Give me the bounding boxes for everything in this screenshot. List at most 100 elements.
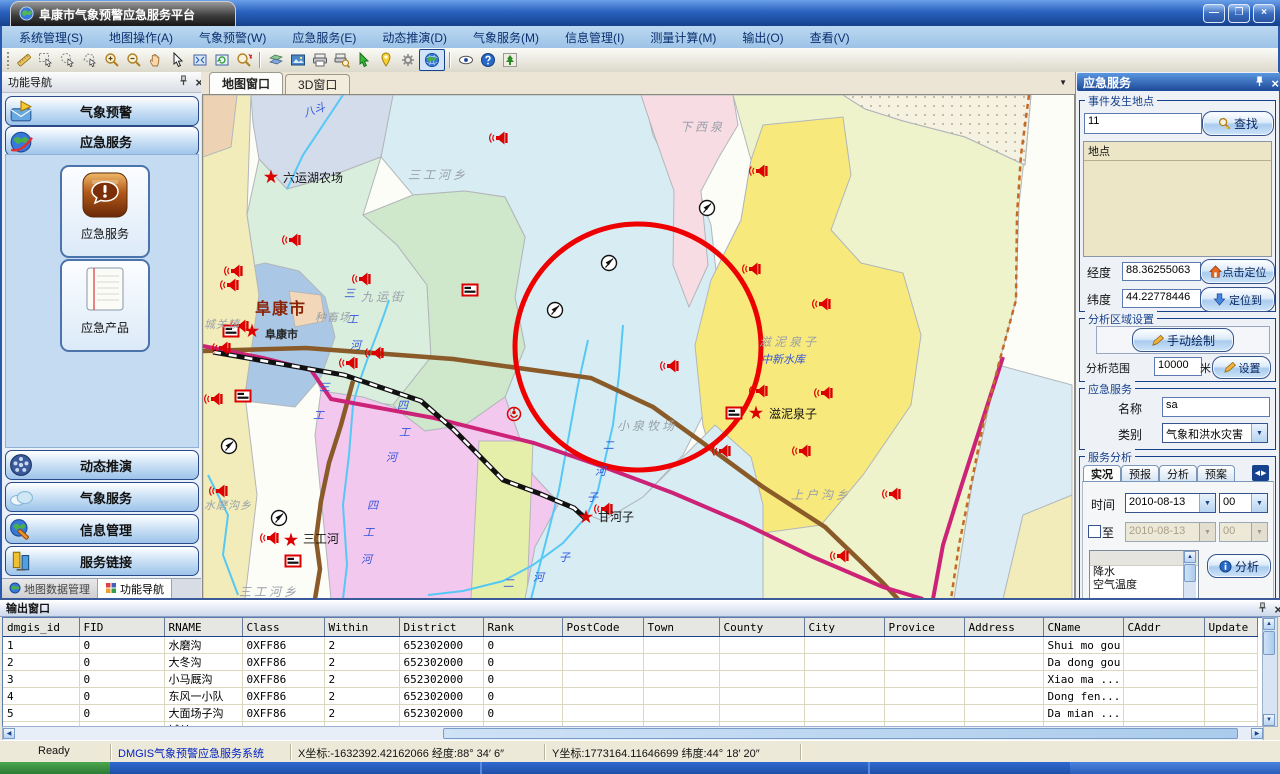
table-row[interactable]: 40东风一小队0XFF8626523020000Dong fen... [3,688,1257,705]
analyze-button[interactable]: 分析 [1207,554,1271,578]
scroll-left-icon[interactable]: ◀ [3,728,15,739]
pin-icon[interactable] [1254,76,1265,90]
manual-draw-button[interactable]: 手动绘制 [1132,328,1234,352]
menu-item-3[interactable]: 应急服务(E) [279,27,369,48]
table-row[interactable]: 20大冬沟0XFF8626523020000Da dong gou [3,654,1257,671]
column-header-Rank[interactable]: Rank [483,618,562,637]
location-list[interactable]: 地点 [1083,141,1272,257]
column-header-City[interactable]: City [804,618,884,637]
dropdown-arrow-icon[interactable]: ▼ [1251,494,1267,512]
column-header-CAddr[interactable]: CAddr [1123,618,1204,637]
list-item[interactable]: 降水 [1090,566,1198,579]
scroll-up-icon[interactable]: ▲ [1263,618,1275,630]
table-row[interactable]: 30小马厩沟0XFF8626523020000Xiao ma ... [3,671,1257,688]
monitor-marker-icon[interactable] [602,256,617,271]
to-checkbox[interactable] [1088,525,1101,538]
map-tab-1[interactable]: 3D窗口 [285,74,350,94]
layers-icon[interactable] [265,50,287,70]
table-row[interactable]: 50大面场子沟0XFF8626523020000Da mian ... [3,705,1257,722]
emergency-service-button[interactable]: 应急服务 [60,165,150,258]
identify-icon[interactable] [233,50,255,70]
flag-marker-icon[interactable] [727,408,742,419]
tree-view-icon[interactable] [499,50,521,70]
monitor-marker-icon[interactable] [272,511,287,526]
column-header-RNAME[interactable]: RNAME [164,618,242,637]
tab-map-data-management[interactable]: 地图数据管理 [2,579,98,599]
column-header-dmgis_id[interactable]: dmgis_id [3,618,79,637]
print-preview-icon[interactable] [331,50,353,70]
longitude-field[interactable]: 88.36255063 [1122,262,1201,281]
list-item[interactable]: 空气温度 [1090,579,1198,592]
date-select[interactable]: 2010-08-13 ▼ [1125,493,1216,513]
menu-item-1[interactable]: 地图操作(A) [96,27,186,48]
select-poly-icon[interactable] [79,50,101,70]
analysis-tab-3[interactable]: 预案 [1197,465,1235,482]
minimize-button[interactable]: — [1203,4,1225,23]
pointer-icon[interactable] [167,50,189,70]
pan-hand-icon[interactable] [145,50,167,70]
nav-group-weather-service[interactable]: 气象服务 [5,482,199,512]
refresh-icon[interactable] [211,50,233,70]
dropdown-arrow-icon[interactable]: ▼ [1199,494,1215,512]
placemark-icon[interactable] [375,50,397,70]
column-header-Provice[interactable]: Provice [884,618,964,637]
print-icon[interactable] [309,50,331,70]
nav-group-info-management[interactable]: 信息管理 [5,514,199,544]
menu-item-5[interactable]: 气象服务(M) [460,27,552,48]
column-header-Class[interactable]: Class [242,618,324,637]
nav-group-weather-warning[interactable]: 气象预警 [5,96,199,126]
flag-marker-icon[interactable] [236,391,251,402]
click-locate-button[interactable]: 点击定位 [1200,259,1275,284]
map-tab-0[interactable]: 地图窗口 [209,72,283,94]
analysis-tab-0[interactable]: 实况 [1083,465,1121,482]
toolbar-grip[interactable] [6,51,10,69]
select-area-icon[interactable] [57,50,79,70]
service-name-input[interactable]: sa [1162,397,1270,417]
output-table[interactable]: dmgis_idFIDRNAMEClassWithinDistrictRankP… [3,618,1258,727]
column-header-Update[interactable]: Update [1204,618,1257,637]
menu-item-4[interactable]: 动态推演(D) [369,27,460,48]
close-icon[interactable]: × [1271,78,1279,89]
column-header-District[interactable]: District [399,618,483,637]
close-button[interactable]: × [1253,4,1275,23]
tab-function-navigation[interactable]: 功能导航 [98,579,172,599]
hour-select[interactable]: 00 ▼ [1219,493,1268,513]
output-horizontal-scrollbar[interactable]: ◀ ▶ [2,726,1264,741]
column-header-PostCode[interactable]: PostCode [562,618,643,637]
menu-item-2[interactable]: 气象预警(W) [186,27,279,48]
help-icon[interactable] [477,50,499,70]
column-header-FID[interactable]: FID [79,618,164,637]
service-type-select[interactable]: 气象和洪水灾害 ▼ [1162,423,1268,443]
map-tab-list-dropdown-icon[interactable]: ▼ [1059,78,1067,87]
pin-icon[interactable] [1257,602,1268,616]
column-header-County[interactable]: County [719,618,804,637]
menu-item-6[interactable]: 信息管理(I) [552,27,637,48]
restore-button[interactable]: ❐ [1228,4,1250,23]
latitude-field[interactable]: 44.22778446 [1122,289,1201,308]
scroll-right-icon[interactable]: ▶ [1251,728,1263,739]
scroll-down-icon[interactable]: ▼ [1263,714,1275,726]
nav-group-emergency-service[interactable]: 应急服务 [5,126,199,156]
analysis-tab-2[interactable]: 分析 [1159,465,1197,482]
analysis-tab-1[interactable]: 预报 [1121,465,1159,482]
search-button[interactable]: 查找 [1202,111,1274,136]
set-button[interactable]: 设置 [1212,356,1271,379]
menu-item-0[interactable]: 系统管理(S) [6,27,96,48]
flag-marker-icon[interactable] [463,285,478,296]
monitor-marker-icon[interactable] [548,303,563,318]
nav-group-service-links[interactable]: 服务链接 [5,546,199,576]
menu-item-7[interactable]: 测量计算(M) [637,27,729,48]
monitor-marker-icon[interactable] [222,439,237,454]
globe-active-icon[interactable] [419,49,445,71]
export-image-icon[interactable] [287,50,309,70]
column-header-Address[interactable]: Address [964,618,1043,637]
dropdown-arrow-icon[interactable]: ▼ [1251,424,1267,442]
column-header-Within[interactable]: Within [324,618,399,637]
output-vertical-scrollbar[interactable]: ▲ ▼ [1262,617,1278,727]
tab-scroll-arrows[interactable]: ◀▶ [1252,465,1269,481]
emergency-product-button[interactable]: 应急产品 [60,259,150,352]
map-canvas[interactable]: 六运湖农场三工河乡下西泉九运街阜康市种畜场城关镇阜康市滋泥泉子中新水库滋泥泉子小… [202,94,1075,600]
zoom-out-icon[interactable] [123,50,145,70]
event-location-search-input[interactable]: 11 [1084,113,1202,134]
flag-marker-icon[interactable] [286,556,301,567]
